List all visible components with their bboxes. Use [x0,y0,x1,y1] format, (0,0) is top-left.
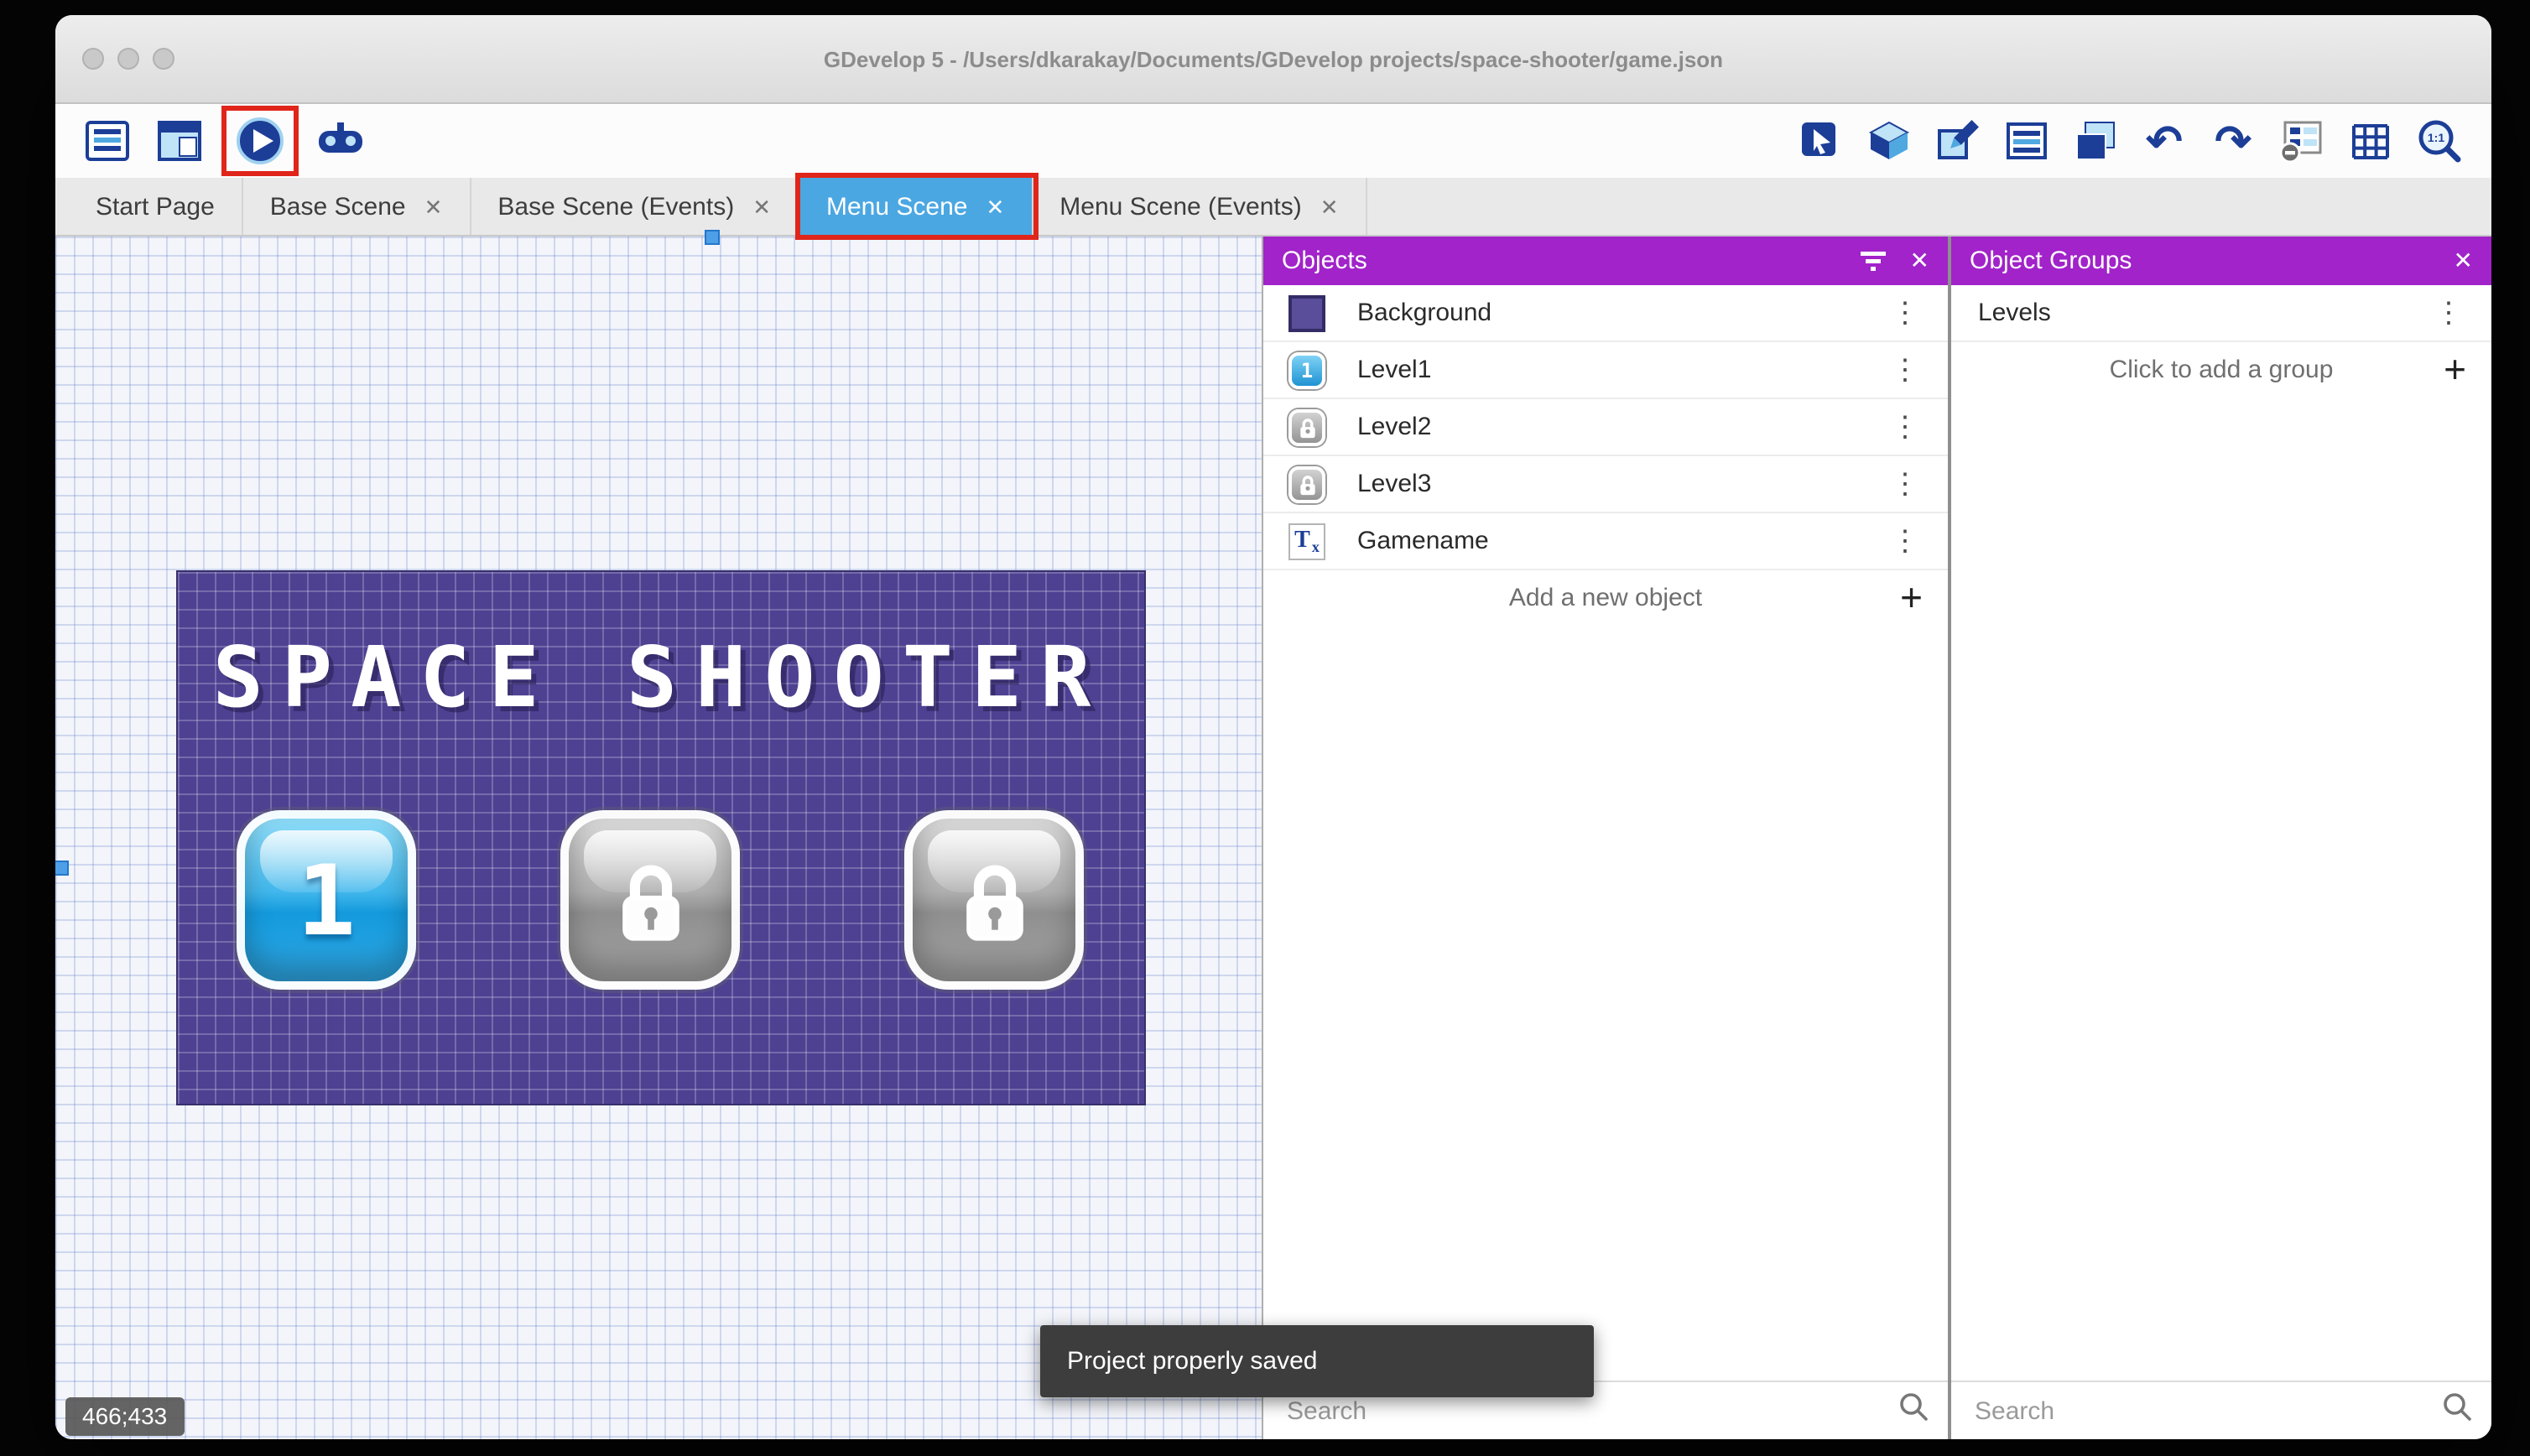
toolbar: ↶ ↷ 1:1 [55,104,2491,178]
close-window-button[interactable] [82,48,104,70]
close-object-groups-panel-icon[interactable]: ✕ [2454,247,2473,275]
close-tab-icon[interactable]: ✕ [986,195,1004,217]
object-menu-icon[interactable]: ⋮ [1879,527,1931,555]
tab-bar: Start Page Base Scene ✕ Base Scene (Even… [55,178,2491,237]
window-title: GDevelop 5 - /Users/dkarakay/Documents/G… [823,46,1724,71]
tab-menu-scene-events[interactable]: Menu Scene (Events) ✕ [1033,178,1367,235]
lock-icon [622,864,679,940]
object-row-level1[interactable]: 1 Level1 ⋮ [1263,342,1948,399]
debugger-icon[interactable] [315,116,366,166]
groups-search-bar [1951,1381,2491,1439]
box-3d-icon[interactable] [1864,116,1914,166]
cursor-coordinates: 466;433 [65,1397,185,1436]
add-group-button[interactable]: Click to add a group + [1951,342,2491,398]
object-menu-icon[interactable]: ⋮ [1879,299,1931,327]
save-toast: Project properly saved [1040,1325,1594,1397]
object-row-level3[interactable]: Level3 ⋮ [1263,456,1948,513]
objects-search-input[interactable] [1283,1395,1886,1427]
redo-icon[interactable]: ↷ [2208,116,2258,166]
undo-icon[interactable]: ↶ [2139,116,2189,166]
tab-base-scene-events[interactable]: Base Scene (Events) ✕ [471,178,799,235]
add-new-object-button[interactable]: Add a new object + [1263,570,1948,626]
tab-menu-scene[interactable]: Menu Scene ✕ [799,178,1033,235]
play-preview-icon[interactable] [235,116,285,166]
editor-content: SPACE SHOOTER 1 466;433 Objects ✕ Backgr… [55,230,2491,1439]
level3-locked-button-object[interactable] [904,810,1084,990]
objects-panel-header: Objects ✕ [1263,237,1948,285]
scene-canvas[interactable]: SPACE SHOOTER 1 466;433 [55,230,1263,1439]
scene-title-text[interactable]: SPACE SHOOTER [178,629,1144,726]
zoom-1-1-icon[interactable]: 1:1 [2414,116,2465,166]
object-menu-icon[interactable]: ⋮ [1879,470,1931,498]
objects-panel-empty-area [1263,626,1948,1381]
toolbar-left-group [82,111,366,171]
grid-icon[interactable] [2345,116,2396,166]
object-menu-icon[interactable]: ⋮ [1879,356,1931,384]
object-groups-panel-title: Object Groups [1970,247,2132,275]
object-groups-empty-area [1951,398,2491,1381]
object-row-background[interactable]: Background ⋮ [1263,285,1948,342]
project-manager-icon[interactable] [82,116,133,166]
titlebar: GDevelop 5 - /Users/dkarakay/Documents/G… [55,15,2491,104]
search-icon [1899,1392,1928,1429]
groups-search-input[interactable] [1971,1395,2429,1427]
objects-panel: Objects ✕ Background ⋮ 1 Level1 ⋮ Level2… [1263,237,1951,1439]
locked-thumbnail-icon [1287,464,1327,504]
events-list-icon[interactable] [2002,116,2052,166]
level1-thumbnail-icon: 1 [1287,350,1327,390]
edit-scene-icon[interactable] [1933,116,1983,166]
selection-handle-left[interactable] [55,861,69,876]
plus-icon: + [1900,575,1923,619]
object-groups-panel: Object Groups ✕ Levels ⋮ Click to add a … [1951,237,2491,1439]
layers-icon[interactable] [2070,116,2121,166]
screenshot-stage: GDevelop 5 - /Users/dkarakay/Documents/G… [0,0,2530,1456]
locked-thumbnail-icon [1287,407,1327,447]
close-tab-icon[interactable]: ✕ [1320,195,1339,217]
close-tab-icon[interactable]: ✕ [424,195,443,217]
plus-icon: + [2444,347,2466,391]
level2-locked-button-object[interactable] [560,810,740,990]
minimize-window-button[interactable] [117,48,139,70]
object-menu-icon[interactable]: ⋮ [1879,413,1931,441]
gdevelop-window: GDevelop 5 - /Users/dkarakay/Documents/G… [55,15,2491,1439]
lock-icon [966,864,1023,940]
play-button-annotation [226,111,294,171]
objects-panel-title: Objects [1282,247,1367,275]
selection-handle-top[interactable] [705,230,720,245]
tab-base-scene[interactable]: Base Scene ✕ [243,178,471,235]
object-row-gamename[interactable]: Tx Gamename ⋮ [1263,513,1948,570]
object-row-level2[interactable]: Level2 ⋮ [1263,399,1948,456]
group-menu-icon[interactable]: ⋮ [2423,299,2475,327]
start-page-icon[interactable] [154,116,205,166]
maximize-window-button[interactable] [153,48,174,70]
object-groups-panel-header: Object Groups ✕ [1951,237,2491,285]
instances-panel-icon[interactable] [2277,116,2327,166]
filter-icon[interactable] [1861,251,1887,271]
close-objects-panel-icon[interactable]: ✕ [1910,247,1929,275]
close-tab-icon[interactable]: ✕ [752,195,771,217]
traffic-lights [82,48,174,70]
level1-button-object[interactable]: 1 [237,810,416,990]
scene-background-object[interactable]: SPACE SHOOTER 1 [176,570,1146,1105]
level1-number: 1 [297,843,356,957]
background-thumbnail-icon [1287,293,1327,333]
search-icon [2443,1392,2471,1429]
text-object-thumbnail-icon: Tx [1287,521,1327,561]
svg-text:1:1: 1:1 [2428,131,2444,144]
toolbar-right-group: ↶ ↷ 1:1 [1795,116,2465,166]
group-row-levels[interactable]: Levels ⋮ [1951,285,2491,342]
tab-start-page[interactable]: Start Page [69,178,243,235]
selection-icon[interactable] [1795,116,1845,166]
